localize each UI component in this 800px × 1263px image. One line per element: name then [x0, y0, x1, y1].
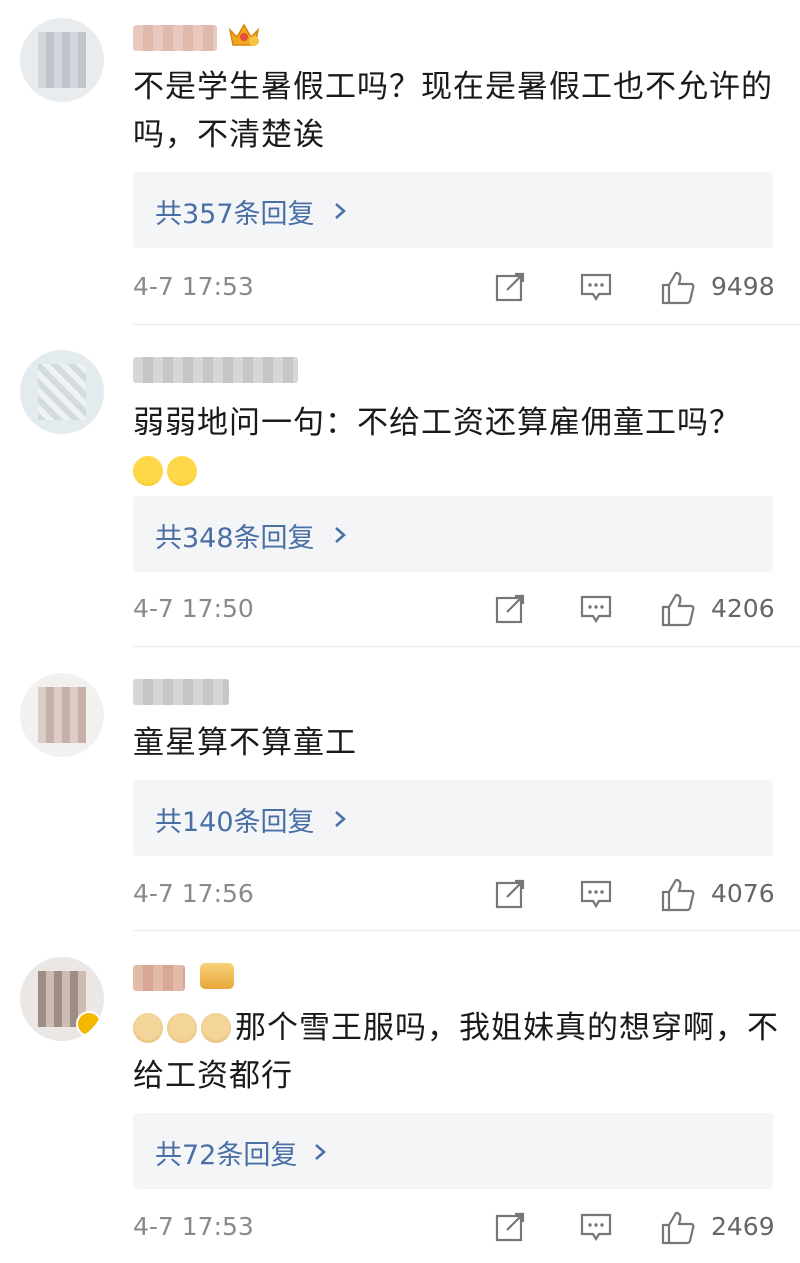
comment-item: 童星算不算童工 共140条回复 4-7 17:56 4076	[0, 647, 800, 931]
laughing-emoji-icon	[133, 456, 163, 486]
timestamp: 4-7 17:53	[133, 272, 254, 301]
comment-icon[interactable]	[579, 270, 613, 304]
username-blurred[interactable]	[133, 357, 298, 383]
username-blurred[interactable]	[133, 679, 229, 705]
doge-emoji-icon	[201, 1013, 231, 1043]
comment-text: 不是学生暑假工吗？现在是暑假工也不允许的吗，不清楚诶	[133, 69, 773, 153]
chevron-right-icon	[335, 811, 346, 827]
timestamp: 4-7 17:56	[133, 879, 254, 908]
laughing-emoji-icon	[167, 456, 197, 486]
comment-meta: 4-7 17:50 4206	[133, 590, 778, 630]
username-blurred[interactable]	[133, 25, 217, 51]
replies-label: 共72条回复	[155, 1140, 298, 1171]
comment-meta: 4-7 17:53 9498	[133, 268, 778, 308]
comment-text-body: 弱弱地问一句：不给工资还算雇佣童工吗？	[133, 405, 741, 441]
replies-label: 共140条回复	[155, 807, 315, 838]
avatar[interactable]	[20, 18, 104, 102]
like-count: 4206	[711, 594, 775, 623]
like-icon[interactable]	[660, 1210, 696, 1246]
share-icon[interactable]	[493, 877, 527, 911]
share-icon[interactable]	[493, 1210, 527, 1244]
comment-text: 弱弱地问一句：不给工资还算雇佣童工吗？	[133, 399, 783, 495]
avatar[interactable]	[20, 673, 104, 757]
share-icon[interactable]	[493, 270, 527, 304]
comment-meta: 4-7 17:56 4076	[133, 875, 778, 915]
like-count: 4076	[711, 879, 775, 908]
timestamp: 4-7 17:53	[133, 1212, 254, 1241]
username-blurred[interactable]	[133, 965, 185, 991]
chevron-right-icon	[335, 527, 346, 543]
timestamp: 4-7 17:50	[133, 594, 254, 623]
doge-emoji-icon	[133, 1013, 163, 1043]
avatar[interactable]	[20, 350, 104, 434]
doge-emoji-icon	[167, 1013, 197, 1043]
like-count: 9498	[711, 272, 775, 301]
replies-button[interactable]: 共140条回复	[133, 780, 773, 856]
comment-text: 童星算不算童工	[133, 725, 357, 761]
replies-button[interactable]: 共348条回复	[133, 496, 773, 572]
chevron-right-icon	[335, 203, 346, 219]
comment-item: 那个雪王服吗，我姐妹真的想穿啊，不给工资都行 共72条回复 4-7 17:53 …	[0, 930, 800, 1263]
replies-button[interactable]: 共357条回复	[133, 172, 773, 248]
avatar[interactable]	[20, 957, 104, 1041]
comment-meta: 4-7 17:53 2469	[133, 1208, 778, 1248]
chevron-right-icon	[315, 1144, 326, 1160]
like-count: 2469	[711, 1212, 775, 1241]
comment-icon[interactable]	[579, 1210, 613, 1244]
comment-item: 不是学生暑假工吗？现在是暑假工也不允许的吗，不清楚诶 共357条回复 4-7 1…	[0, 0, 800, 325]
comment-icon[interactable]	[579, 592, 613, 626]
like-icon[interactable]	[660, 592, 696, 628]
like-icon[interactable]	[660, 877, 696, 913]
replies-button[interactable]: 共72条回复	[133, 1113, 773, 1189]
crown-icon	[228, 23, 260, 46]
verified-badge-icon	[76, 1011, 102, 1037]
share-icon[interactable]	[493, 592, 527, 626]
like-icon[interactable]	[660, 270, 696, 306]
comment-text: 那个雪王服吗，我姐妹真的想穿啊，不给工资都行	[133, 1004, 783, 1100]
replies-label: 共348条回复	[155, 523, 315, 554]
comment-item: 弱弱地问一句：不给工资还算雇佣童工吗？ 共348条回复 4-7 17:50 42…	[0, 325, 800, 647]
comment-icon[interactable]	[579, 877, 613, 911]
member-badge-icon	[200, 963, 234, 989]
replies-label: 共357条回复	[155, 199, 315, 230]
